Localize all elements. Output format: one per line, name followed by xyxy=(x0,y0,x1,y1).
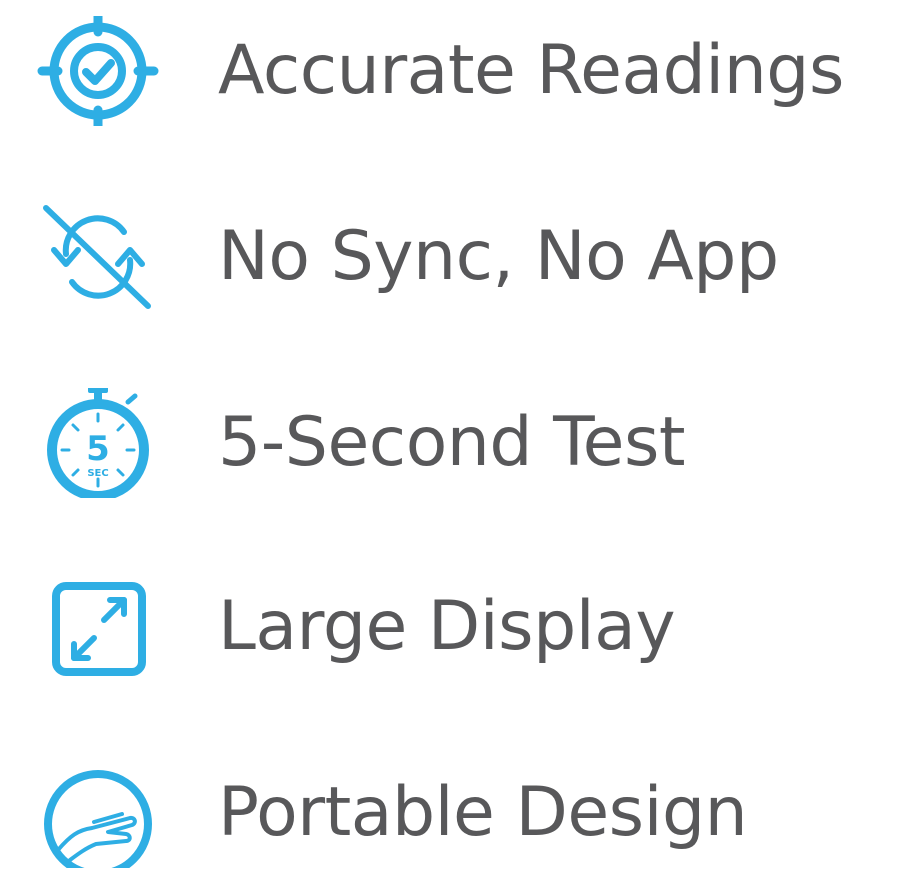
target-check-icon xyxy=(36,16,160,126)
expand-display-icon xyxy=(36,572,160,682)
feature-label: Large Display xyxy=(218,587,676,666)
stopwatch-unit: SEC xyxy=(87,468,108,479)
feature-5-second-test: 5 SEC 5-Second Test xyxy=(0,378,908,508)
feature-portable-design: Portable Design xyxy=(0,748,908,878)
feature-label: Accurate Readings xyxy=(218,31,844,110)
feature-large-display: Large Display xyxy=(0,562,908,692)
feature-no-sync-no-app: No Sync, No App xyxy=(0,192,908,322)
feature-label: Portable Design xyxy=(218,773,748,852)
feature-accurate-readings: Accurate Readings xyxy=(0,6,908,136)
stopwatch-icon: 5 SEC xyxy=(36,388,160,498)
no-sync-icon xyxy=(36,202,160,312)
hand-icon xyxy=(36,758,160,868)
feature-list: Accurate Readings No Sync, No App 5 SEC … xyxy=(0,0,908,868)
feature-label: No Sync, No App xyxy=(218,217,779,296)
feature-label: 5-Second Test xyxy=(218,403,686,482)
stopwatch-number: 5 xyxy=(86,429,110,469)
